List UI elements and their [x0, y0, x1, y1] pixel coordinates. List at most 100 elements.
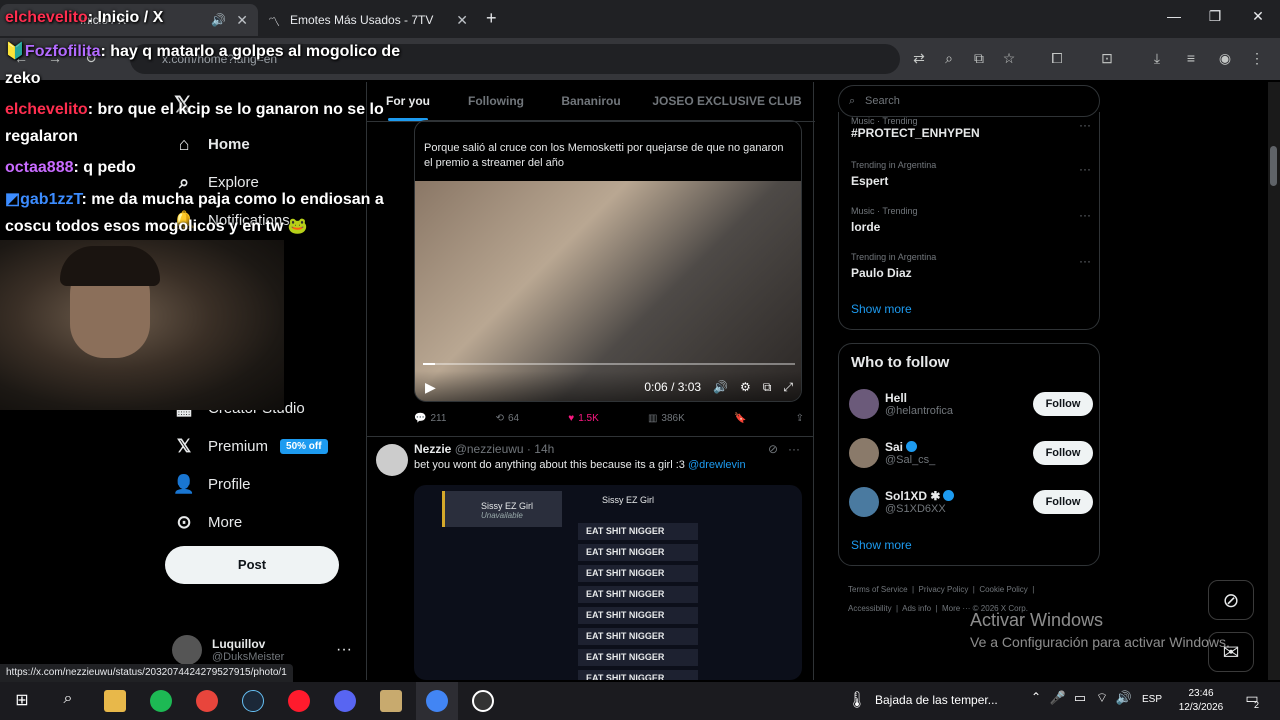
pip-icon[interactable]: ⧉ — [763, 380, 772, 395]
heart-icon: ♥ — [568, 412, 575, 424]
fullscreen-icon[interactable]: ⤢ — [783, 380, 793, 395]
language-indicator[interactable]: ESP — [1142, 694, 1162, 705]
zoom-icon[interactable]: ⌕ — [938, 50, 960, 70]
more-dots-icon[interactable]: ··· — [1079, 118, 1091, 132]
scrollbar[interactable] — [1268, 82, 1280, 680]
tweet-time[interactable]: 14h — [534, 442, 554, 456]
screenshot-icon[interactable]: ⊡ — [1096, 50, 1118, 70]
follow-button[interactable]: Follow — [1033, 392, 1093, 416]
wifi-icon[interactable]: ⌔ — [1090, 690, 1114, 712]
prime-badge-icon: ◩ — [5, 191, 21, 208]
weather-icon[interactable]: 🌡 — [845, 690, 869, 712]
post-button[interactable]: Post — [165, 546, 339, 584]
windows-start-icon[interactable]: ⊞ — [10, 690, 34, 712]
network-icon[interactable]: ▭ — [1068, 690, 1092, 712]
views-button[interactable]: ▥ 386K — [648, 413, 685, 424]
follow-suggestion[interactable]: Hell @helantrofica Follow — [849, 384, 1093, 424]
chrome-icon[interactable] — [196, 690, 218, 712]
avatar[interactable] — [376, 444, 408, 476]
tab-following[interactable]: Following — [449, 82, 543, 121]
chat-text: : q pedo — [73, 159, 136, 176]
follow-suggestion[interactable]: Sol1XD ✱ @S1XD6XX Follow — [849, 482, 1093, 522]
notification-center-icon[interactable]: ▭ — [1240, 690, 1264, 712]
who-to-follow-show-more-link[interactable]: Show more — [851, 538, 912, 552]
microphone-icon[interactable]: 🎤 — [1046, 690, 1070, 712]
volume-icon[interactable]: 🔊 — [1112, 690, 1136, 712]
more-dots-icon[interactable]: ··· — [1079, 254, 1091, 268]
trend-item[interactable]: Music · Trending #PROTECT_ENHYPEN ··· — [851, 116, 1091, 140]
footer-link[interactable]: Privacy Policy — [919, 585, 969, 594]
tab-joseo-exclusive-club[interactable]: JOSEO EXCLUSIVE CLUB — [639, 82, 815, 121]
follow-suggestion[interactable]: Sai @Sal_cs_ Follow — [849, 433, 1093, 473]
mention-link[interactable]: @drewlevin — [688, 459, 746, 471]
install-app-icon[interactable]: ⧉ — [968, 50, 990, 70]
footer-link[interactable]: Ads info — [902, 604, 931, 613]
nav-premium[interactable]: 𝕏 Premium 50% off — [172, 436, 328, 457]
trend-context: Trending in Argentina — [851, 252, 937, 262]
more-dots-icon[interactable]: ··· — [1079, 162, 1091, 176]
trend-item[interactable]: Music · Trending lorde ··· — [851, 206, 1091, 234]
discord-icon[interactable] — [334, 690, 356, 712]
follow-button[interactable]: Follow — [1033, 490, 1093, 514]
spotify-icon[interactable] — [150, 690, 172, 712]
chat-message: ◩gab1zzT: me da mucha paja como lo endio… — [5, 186, 405, 240]
file-explorer-icon[interactable] — [104, 690, 126, 712]
share-button[interactable]: ⇪ — [796, 413, 804, 424]
trend-item[interactable]: Trending in Argentina Espert ··· — [851, 160, 1091, 188]
obs-icon[interactable] — [472, 690, 494, 712]
weather-text[interactable]: Bajada de las temper... — [875, 693, 998, 707]
chevron-up-icon[interactable]: ⌃ — [1024, 690, 1048, 712]
menu-kebab-icon[interactable]: ⋮ — [1246, 50, 1268, 70]
grok-icon[interactable]: ⊘ — [768, 442, 778, 456]
footer-link[interactable]: Accessibility — [848, 604, 892, 613]
trends-show-more-link[interactable]: Show more — [851, 302, 912, 316]
trend-item[interactable]: Trending in Argentina Paulo Diaz ··· — [851, 252, 1091, 280]
opera-icon[interactable] — [288, 690, 310, 712]
media-control-icon[interactable]: ≡ — [1180, 50, 1202, 70]
tweet-body: bet you wont do anything about this beca… — [414, 459, 685, 471]
author-handle[interactable]: @nezzieuwu — [455, 442, 524, 456]
reply-button[interactable]: 💬 211 — [414, 413, 446, 424]
more-dots-icon[interactable]: ··· — [788, 442, 800, 456]
video-player[interactable]: ▶ 0:06 / 3:03 🔊 ⚙ ⧉ ⤢ — [415, 181, 801, 401]
close-tab-icon[interactable]: ✕ — [456, 12, 468, 29]
repost-button[interactable]: ⟲ 64 — [496, 413, 520, 424]
settings-icon[interactable]: ⚙ — [740, 380, 751, 394]
profile-avatar-icon[interactable]: ◉ — [1214, 50, 1236, 70]
grok-fab-button[interactable]: ⊘ — [1208, 580, 1254, 620]
extensions-icon[interactable]: ⧠ — [1046, 50, 1068, 70]
nav-profile[interactable]: 👤 Profile — [172, 474, 251, 495]
close-window-icon[interactable]: ✕ — [1236, 8, 1280, 25]
share-icon: ⇪ — [795, 412, 804, 424]
like-button[interactable]: ♥ 1.5K — [568, 413, 599, 424]
more-dots-icon[interactable]: ··· — [1079, 208, 1091, 222]
footer-link[interactable]: Cookie Policy — [979, 585, 1027, 594]
play-icon[interactable]: ▶ — [425, 379, 436, 396]
scrollbar-thumb[interactable] — [1270, 146, 1277, 186]
tab-bananirou[interactable]: Bananirou — [543, 82, 639, 121]
translate-icon[interactable]: ⇄ — [908, 50, 930, 70]
footer-link[interactable]: Terms of Service — [848, 585, 908, 594]
search-icon[interactable]: ⌕ — [56, 690, 80, 712]
maximize-icon[interactable]: ❐ — [1193, 8, 1237, 25]
webcam-overlay — [0, 240, 284, 410]
nav-more[interactable]: ⊙ More — [172, 512, 242, 533]
quoted-tweet-card[interactable]: Porque salió al cruce con los Memosketti… — [414, 120, 802, 402]
chrome-active-icon[interactable] — [426, 690, 448, 712]
follow-button[interactable]: Follow — [1033, 441, 1093, 465]
video-progress-bar[interactable] — [423, 363, 795, 365]
volume-icon[interactable]: 🔊 — [713, 380, 728, 394]
league-of-legends-icon[interactable] — [380, 690, 402, 712]
download-icon[interactable]: ⤓ — [1146, 50, 1168, 70]
author-name[interactable]: Nezzie — [414, 442, 451, 456]
clock[interactable]: 23:46 12/3/2026 — [1176, 687, 1226, 715]
minimize-icon[interactable]: — — [1152, 8, 1196, 24]
tweet-image[interactable]: Sissy EZ Girl Unavailable Sissy EZ Girl … — [414, 485, 802, 680]
bookmark-button[interactable]: 🔖 — [734, 413, 746, 424]
like-count: 1.5K — [578, 412, 599, 424]
bookmark-star-icon[interactable]: ☆ — [998, 50, 1020, 70]
suggestion-handle: @helantrofica — [885, 405, 954, 417]
steam-icon[interactable] — [242, 690, 264, 712]
new-tab-icon[interactable]: + — [486, 8, 497, 29]
footer-link[interactable]: More ··· — [942, 604, 970, 613]
